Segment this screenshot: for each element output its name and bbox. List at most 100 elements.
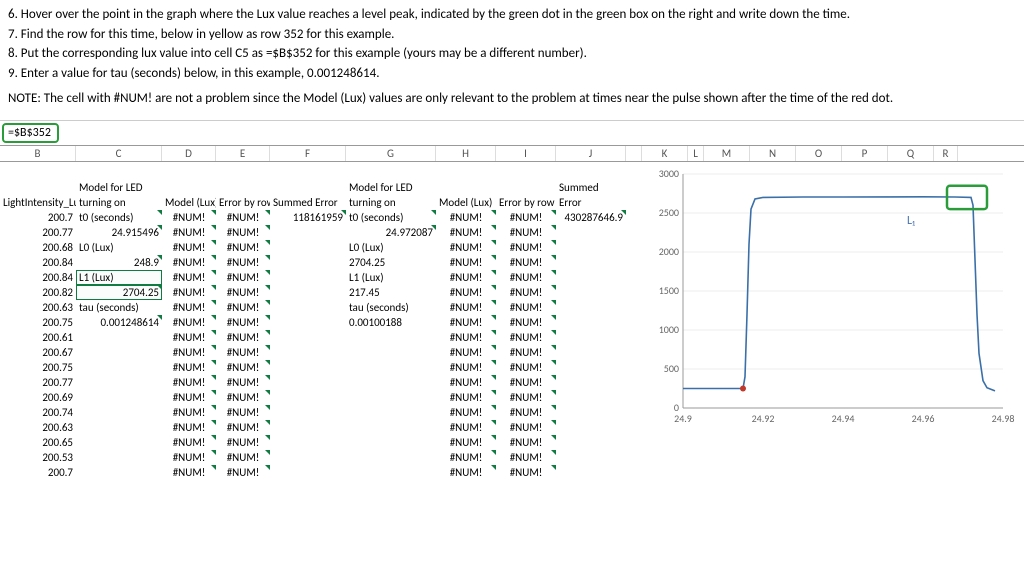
column-header[interactable]: M — [704, 146, 750, 161]
blank — [346, 420, 436, 435]
blank — [270, 315, 346, 330]
column-header[interactable]: B — [0, 146, 76, 161]
hdr-model-lux-left: Model (Lux) — [162, 195, 216, 210]
num: #NUM! — [496, 405, 556, 420]
num: #NUM! — [162, 390, 216, 405]
blank — [76, 360, 162, 375]
column-header[interactable]: I — [496, 146, 556, 161]
h-c: Model for LED — [76, 180, 162, 195]
lbl: tau (seconds) — [76, 300, 162, 315]
val: 0.001248614 — [76, 315, 162, 330]
column-header[interactable]: E — [216, 146, 270, 161]
blank — [556, 435, 626, 450]
blank — [270, 330, 346, 345]
step-8: 8. Put the corresponding lux value into … — [8, 45, 1016, 63]
col-b: 200.77 — [0, 375, 76, 390]
val: 24.915496 — [76, 225, 162, 240]
h-d — [162, 180, 216, 195]
blank — [76, 390, 162, 405]
col-b: 200.84 — [0, 270, 76, 285]
num: #NUM! — [496, 390, 556, 405]
num: #NUM! — [216, 330, 270, 345]
blank — [76, 375, 162, 390]
formula-bar[interactable]: =$B$352 — [2, 123, 59, 143]
blank — [346, 405, 436, 420]
num: #NUM! — [162, 225, 216, 240]
blank — [76, 465, 162, 480]
blank — [556, 285, 626, 300]
num: #NUM! — [216, 240, 270, 255]
blank — [346, 390, 436, 405]
column-header[interactable]: H — [436, 146, 496, 161]
lbl-t0: t0 (seconds) — [76, 210, 162, 225]
blank — [556, 405, 626, 420]
lbl-r: 217.45 — [346, 285, 436, 300]
num: #NUM! — [216, 225, 270, 240]
num: #NUM! — [436, 345, 496, 360]
num: #NUM! — [162, 345, 216, 360]
num: #NUM! — [216, 255, 270, 270]
blank — [76, 345, 162, 360]
column-header[interactable]: J — [556, 146, 626, 161]
column-header[interactable]: F — [270, 146, 346, 161]
column-header[interactable]: D — [162, 146, 216, 161]
blank — [270, 240, 346, 255]
blank — [556, 225, 626, 240]
svg-text:500: 500 — [664, 362, 679, 375]
num: #NUM! — [436, 255, 496, 270]
svg-text:L₁: L₁ — [907, 214, 915, 228]
num: #NUM! — [496, 210, 556, 225]
column-header[interactable] — [626, 146, 642, 161]
num: #NUM! — [436, 360, 496, 375]
num: #NUM! — [162, 330, 216, 345]
col-b: 200.84 — [0, 255, 76, 270]
num: #NUM! — [162, 405, 216, 420]
num: #NUM! — [496, 240, 556, 255]
column-header[interactable]: G — [346, 146, 436, 161]
column-header[interactable]: N — [750, 146, 796, 161]
num: #NUM! — [162, 255, 216, 270]
blank — [556, 255, 626, 270]
num: #NUM! — [436, 300, 496, 315]
num: #NUM! — [496, 360, 556, 375]
line-chart[interactable]: 05001000150020002500300024.924.9224.9424… — [636, 168, 1022, 428]
note-text: NOTE: The cell with #NUM! are not a prob… — [8, 90, 1016, 108]
blank — [270, 360, 346, 375]
blank — [76, 435, 162, 450]
column-header[interactable]: O — [796, 146, 842, 161]
col-b: 200.53 — [0, 450, 76, 465]
column-header[interactable]: C — [76, 146, 162, 161]
blank — [346, 330, 436, 345]
column-header[interactable]: R — [934, 146, 958, 161]
svg-text:24.94: 24.94 — [832, 412, 855, 425]
num: #NUM! — [216, 285, 270, 300]
num: #NUM! — [216, 360, 270, 375]
formula-bar-row: =$B$352 — [0, 120, 1024, 145]
num: #NUM! — [436, 330, 496, 345]
num: #NUM! — [496, 330, 556, 345]
blank — [556, 330, 626, 345]
column-header[interactable]: K — [642, 146, 688, 161]
h-b — [0, 180, 76, 195]
num: #NUM! — [216, 450, 270, 465]
num: #NUM! — [496, 255, 556, 270]
num: #NUM! — [162, 450, 216, 465]
col-b: 200.68 — [0, 240, 76, 255]
lbl-r: tau (seconds) — [346, 300, 436, 315]
num: #NUM! — [436, 270, 496, 285]
summed-err-left: 118161959 — [270, 210, 346, 225]
lbl: L0 (Lux) — [76, 240, 162, 255]
column-header[interactable]: P — [842, 146, 888, 161]
h-f — [270, 180, 346, 195]
blank — [556, 240, 626, 255]
column-header[interactable]: Q — [888, 146, 934, 161]
num: #NUM! — [216, 315, 270, 330]
num: #NUM! — [496, 300, 556, 315]
col-b: 200.63 — [0, 420, 76, 435]
hdr-turning-on-right: turning on — [346, 195, 436, 210]
num: #NUM! — [496, 450, 556, 465]
column-header[interactable]: L — [688, 146, 704, 161]
svg-text:24.96: 24.96 — [912, 412, 935, 425]
instructions-block: 6. Hover over the point in the graph whe… — [0, 0, 1024, 120]
blank — [556, 420, 626, 435]
